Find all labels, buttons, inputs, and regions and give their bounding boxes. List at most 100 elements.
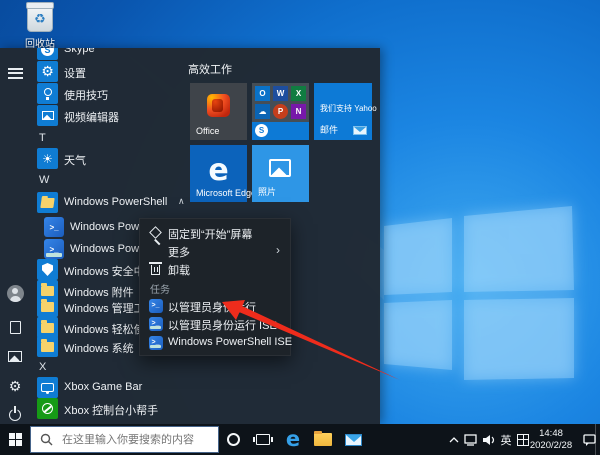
mail-icon [345,434,362,446]
section-header-w[interactable]: W [39,174,49,188]
menu-item-uninstall[interactable]: 卸载 [140,258,290,280]
app-label: Windows 系统 [64,340,134,356]
tile-office-folder[interactable]: O W X ☁ P N S [252,83,309,140]
app-label: Windows PowerShell [64,196,167,208]
edge-logo: e [190,153,247,188]
chevron-up-icon: ∧ [178,196,185,207]
mail-taskbar-button[interactable] [339,424,367,455]
app-label: 使用技巧 [64,87,108,103]
tile-mail[interactable]: 我们支持 Yahoo 邮件 [314,83,372,140]
search-icon [40,433,53,446]
tile-label: 邮件 [320,123,338,136]
powershell-icon [148,298,163,313]
taskbar: e 英 [0,424,600,455]
mail-notification-text: 我们支持 Yahoo [320,103,377,114]
windows-logo-icon [9,433,22,446]
ime-language-label: 英 [501,432,512,448]
cortana-icon [227,433,240,446]
section-header-x[interactable]: X [39,361,46,375]
app-item-video-editor[interactable]: 视频编辑器 [0,105,195,127]
file-explorer-button[interactable] [309,424,337,455]
onenote-icon: N [291,104,306,119]
office-logo [207,94,230,117]
folder-icon [37,296,58,317]
photos-icon [269,159,291,177]
menu-section-tasks: 任务 [150,281,170,296]
onedrive-icon: ☁ [255,104,270,119]
network-icon [464,434,478,446]
powerpoint-icon: P [273,104,288,119]
show-desktop-button[interactable] [595,424,600,455]
recycle-bin-icon: ♻ [27,4,53,32]
app-item-weather[interactable]: ☀ 天气 [0,148,195,170]
excel-icon: X [291,86,306,101]
context-menu: 固定到“开始”屏幕 更多 › 卸载 任务 以管理员身份运行 以管理员身份运行 I… [139,218,291,356]
app-item-xbox-console[interactable]: Xbox 控制台小帮手 [0,398,195,420]
folder-open-icon [37,192,58,213]
task-view-icon [256,434,270,445]
clock-time: 14:48 [520,428,582,440]
action-center-icon [583,434,596,446]
trash-icon [148,261,163,276]
taskbar-clock[interactable]: 14:48 2020/2/28 [520,428,582,451]
start-button[interactable] [0,424,30,455]
tray-overflow-button[interactable] [446,424,462,455]
mail-envelope-icon [353,126,367,135]
volume-tray-button[interactable] [480,424,498,455]
network-tray-button[interactable] [462,424,480,455]
outlook-icon: O [255,86,270,101]
app-label: 视频编辑器 [64,109,119,125]
clock-date: 2020/2/28 [520,440,582,452]
app-item-skype[interactable]: Skype [0,48,195,61]
menu-item-label: 卸载 [168,262,190,278]
menu-item-powershell-ise[interactable]: Windows PowerShell ISE [140,332,290,354]
ime-language-button[interactable]: 英 [498,424,514,455]
tile-label: Microsoft Edge [196,188,256,198]
folder-icon [314,433,332,446]
edge-icon: e [286,429,300,450]
xbox-console-icon [37,398,58,419]
skype-icon: S [255,124,268,137]
recycle-bin-desktop-icon[interactable]: ♻ 回收站 [10,4,70,50]
tile-office[interactable]: Office [190,83,247,140]
skype-icon [37,48,58,60]
app-item-tips[interactable]: 使用技巧 [0,83,195,105]
tile-edge[interactable]: e Microsoft Edge [190,145,247,202]
app-label: Xbox Game Bar [64,381,142,393]
shield-icon [37,259,58,280]
section-header-t[interactable]: T [39,132,46,146]
lightbulb-icon [37,83,58,104]
desktop-screen: ♻ 回收站 ⚙ Skype ⚙ 设置 使用技巧 [0,0,600,455]
task-view-button[interactable] [249,424,277,455]
tile-photos[interactable]: 照片 [252,145,309,202]
menu-item-label: Windows PowerShell ISE [168,336,292,348]
app-label: Skype [64,48,95,55]
cortana-button[interactable] [219,424,247,455]
app-label: 设置 [64,65,86,81]
app-label: Xbox 控制台小帮手 [64,402,158,418]
menu-item-label: 以管理员身份运行 ISE [168,317,277,333]
app-item-xbox-game-bar[interactable]: Xbox Game Bar [0,377,195,399]
edge-taskbar-button[interactable]: e [279,424,307,455]
powershell-ise-icon [148,316,163,331]
app-label: 天气 [64,152,86,168]
app-item-settings[interactable]: ⚙ 设置 [0,61,195,83]
tile-label: Office [196,126,219,136]
video-editor-icon [37,105,58,126]
taskbar-search[interactable] [30,426,219,453]
app-item-powershell-folder[interactable]: Windows PowerShell ∧ [0,192,195,214]
settings-gear-icon: ⚙ [37,61,58,82]
xbox-game-bar-icon [37,377,58,398]
recycle-symbol-icon: ♻ [28,12,52,25]
powershell-icon [44,217,64,237]
chevron-up-icon [449,437,459,443]
weather-sun-icon: ☀ [37,148,58,169]
tile-label: 照片 [258,185,276,198]
pin-icon [148,225,163,240]
powershell-ise-icon [148,335,163,350]
folder-icon [37,317,58,338]
tile-group-label[interactable]: 高效工作 [188,61,232,77]
chevron-right-icon: › [276,243,280,257]
folder-icon [37,336,58,357]
search-input[interactable] [60,433,210,447]
